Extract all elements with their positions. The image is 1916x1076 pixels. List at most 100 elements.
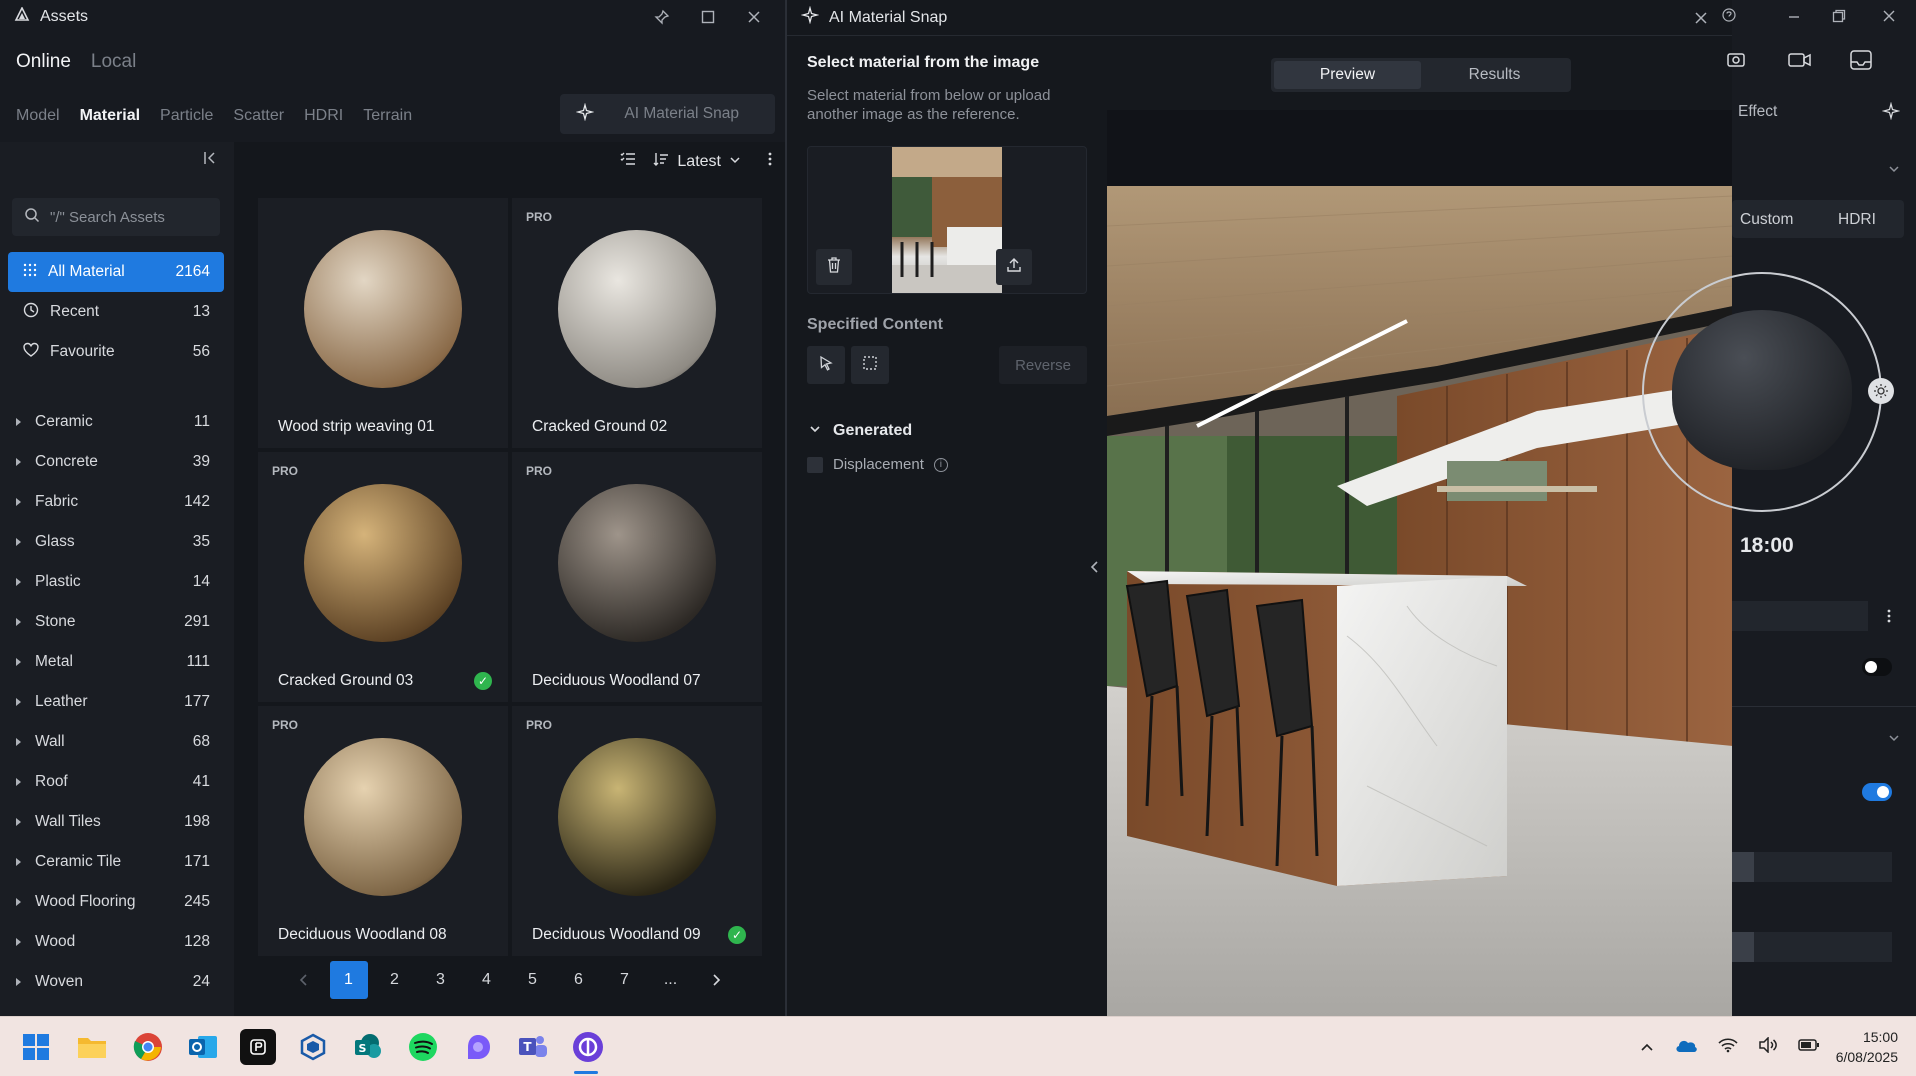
more-options-icon[interactable] <box>767 151 773 172</box>
tab-hdri[interactable]: HDRI <box>304 107 343 125</box>
search-assets-field[interactable]: "/" Search Assets <box>12 198 220 236</box>
maximize-icon[interactable] <box>691 0 725 34</box>
pointer-select-button[interactable] <box>807 346 845 384</box>
chrome-icon[interactable] <box>130 1029 166 1065</box>
category-item[interactable]: Roof 41 <box>16 762 210 802</box>
pin-icon[interactable] <box>645 0 679 34</box>
category-item[interactable]: Wall Tiles 198 <box>16 802 210 842</box>
ai-material-snap-button[interactable]: AI Material Snap <box>560 94 775 134</box>
tab-model[interactable]: Model <box>16 107 60 125</box>
close-icon[interactable] <box>737 0 771 34</box>
displacement-option[interactable]: Displacement i <box>807 456 948 473</box>
category-item[interactable]: Metal 111 <box>16 642 210 682</box>
setting-toggle-on[interactable] <box>1862 783 1892 801</box>
image-tray-icon[interactable] <box>1850 50 1872 75</box>
camera-icon[interactable] <box>1727 50 1747 73</box>
category-item[interactable]: Leather 177 <box>16 682 210 722</box>
category-item[interactable]: Woven 24 <box>16 962 210 1002</box>
material-card[interactable]: PRO Cracked Ground 02 <box>512 198 762 448</box>
close-icon[interactable] <box>1684 1 1718 35</box>
page-6[interactable]: 6 <box>560 961 598 999</box>
d5-render-icon[interactable] <box>570 1029 606 1065</box>
start-menu-icon[interactable] <box>18 1029 54 1065</box>
box-select-button[interactable] <box>851 346 889 384</box>
setting-toggle-off[interactable] <box>1862 658 1892 676</box>
more-options-icon[interactable] <box>1886 608 1892 629</box>
teams-icon[interactable]: T <box>515 1029 551 1065</box>
collapse-sidebar-icon[interactable] <box>202 150 218 171</box>
collapse-panel-icon[interactable] <box>1089 560 1099 579</box>
page-3[interactable]: 3 <box>422 961 460 999</box>
reverse-button[interactable]: Reverse <box>999 346 1087 384</box>
sun-handle-icon[interactable] <box>1868 378 1894 404</box>
outlook-icon[interactable] <box>185 1029 221 1065</box>
info-icon[interactable]: i <box>933 457 948 472</box>
material-card[interactable]: PRO Deciduous Woodland 07 <box>512 452 762 702</box>
wifi-icon[interactable] <box>1718 1037 1738 1057</box>
category-item[interactable]: Ceramic Tile 171 <box>16 842 210 882</box>
battery-icon[interactable] <box>1798 1038 1820 1056</box>
material-card[interactable]: PRO Cracked Ground 03 ✓ <box>258 452 508 702</box>
page-5[interactable]: 5 <box>514 961 552 999</box>
reference-thumbnail[interactable] <box>892 147 1002 293</box>
category-item[interactable]: Ceramic 11 <box>16 402 210 442</box>
close-icon[interactable] <box>1882 9 1896 28</box>
sharepoint-icon[interactable]: S <box>350 1029 386 1065</box>
tab-terrain[interactable]: Terrain <box>363 107 412 125</box>
material-card[interactable]: PRO Deciduous Woodland 08 <box>258 706 508 956</box>
page-7[interactable]: 7 <box>606 961 644 999</box>
tab-results[interactable]: Results <box>1421 61 1568 89</box>
tab-preview[interactable]: Preview <box>1274 61 1421 89</box>
category-item[interactable]: Wall 68 <box>16 722 210 762</box>
page-ellipsis[interactable]: ... <box>652 961 690 999</box>
category-item[interactable]: Plastic 14 <box>16 562 210 602</box>
delete-image-button[interactable] <box>816 249 852 285</box>
sort-dropdown[interactable]: Latest <box>653 151 741 172</box>
kitchen-preview-image[interactable] <box>1107 186 1733 1016</box>
material-card[interactable]: Wood strip weaving 01 <box>258 198 508 448</box>
taskbar-clock[interactable]: 15:00 6/08/2025 <box>1836 1027 1898 1067</box>
volume-icon[interactable] <box>1758 1036 1778 1057</box>
slider-track[interactable] <box>1732 932 1892 962</box>
page-4[interactable]: 4 <box>468 961 506 999</box>
tab-online[interactable]: Online <box>16 51 71 73</box>
category-item[interactable]: Glass 35 <box>16 522 210 562</box>
setting-bar[interactable] <box>1732 601 1868 631</box>
generated-section-toggle[interactable]: Generated <box>809 422 912 440</box>
spotify-icon[interactable] <box>405 1029 441 1065</box>
nav-all-material[interactable]: All Material 2164 <box>8 252 224 292</box>
chevron-up-icon[interactable] <box>1640 1039 1654 1056</box>
chevron-down-icon[interactable] <box>1888 731 1900 749</box>
tab-particle[interactable]: Particle <box>160 107 213 125</box>
page-2[interactable]: 2 <box>376 961 414 999</box>
category-item[interactable]: Fabric 142 <box>16 482 210 522</box>
filter-list-icon[interactable] <box>619 150 637 173</box>
slider-track[interactable] <box>1732 852 1892 882</box>
category-item[interactable]: Wood 128 <box>16 922 210 962</box>
material-card[interactable]: PRO Deciduous Woodland 09 ✓ <box>512 706 762 956</box>
category-item[interactable]: Concrete 39 <box>16 442 210 482</box>
category-item[interactable]: Wood Flooring 245 <box>16 882 210 922</box>
next-page-icon[interactable] <box>698 961 736 999</box>
video-camera-icon[interactable] <box>1788 52 1812 73</box>
copilot-icon[interactable] <box>460 1029 496 1065</box>
prev-page-icon[interactable] <box>284 961 322 999</box>
upload-image-button[interactable] <box>996 249 1032 285</box>
minimize-icon[interactable] <box>1787 10 1801 29</box>
tab-material[interactable]: Material <box>80 107 140 125</box>
nav-recent[interactable]: Recent 13 <box>8 292 224 332</box>
file-explorer-icon[interactable] <box>74 1029 110 1065</box>
category-item[interactable]: Stone 291 <box>16 602 210 642</box>
help-icon[interactable] <box>1722 8 1736 27</box>
app-launcher-icon[interactable] <box>240 1029 276 1065</box>
tab-custom[interactable]: Custom <box>1740 211 1793 229</box>
onedrive-cloud-icon[interactable] <box>1674 1037 1698 1057</box>
tab-scatter[interactable]: Scatter <box>233 107 284 125</box>
nav-favourite[interactable]: Favourite 56 <box>8 332 224 372</box>
chevron-down-icon[interactable] <box>1888 162 1900 180</box>
restore-icon[interactable] <box>1832 9 1846 28</box>
sparkle-icon[interactable] <box>1881 101 1901 125</box>
displacement-checkbox[interactable] <box>807 456 823 473</box>
page-1[interactable]: 1 <box>329 961 368 999</box>
tab-local[interactable]: Local <box>91 51 136 73</box>
